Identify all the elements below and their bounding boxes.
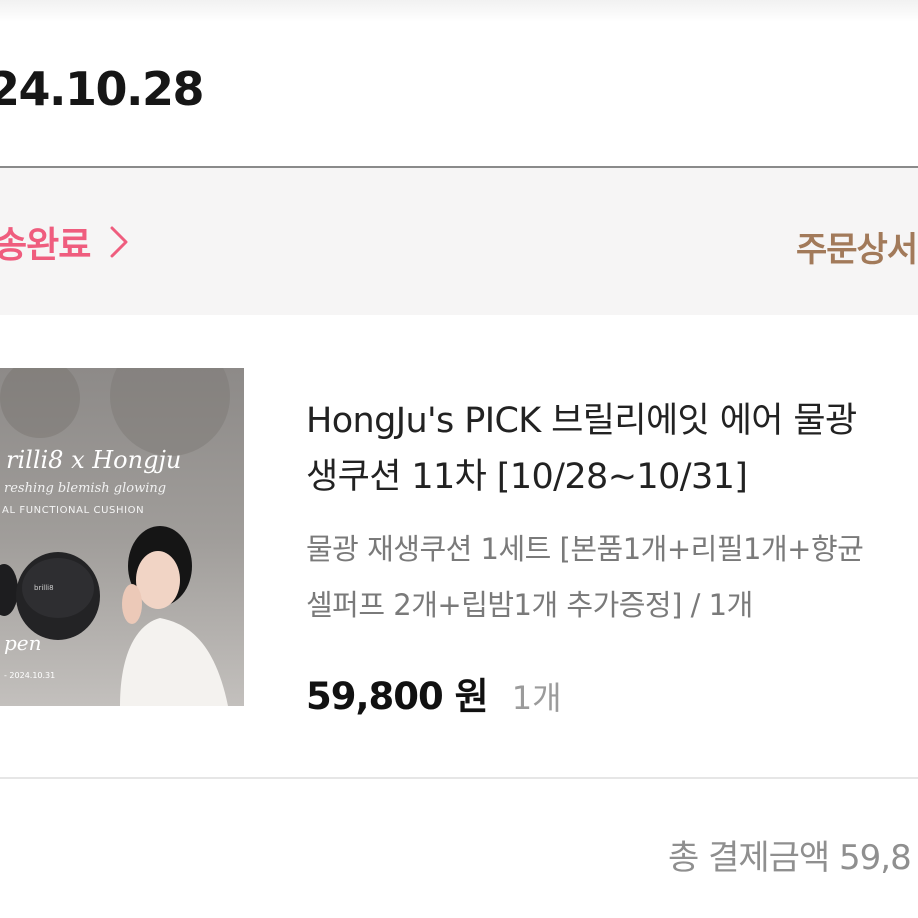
product-option-line-1: 물광 재생쿠션 1세트 [본품1개+리필1개+향균 [306,532,864,566]
top-band [0,0,918,22]
order-date: 24.10.28 [0,62,205,116]
delivery-status-link[interactable]: 송완료 [0,216,130,268]
product-price: 59,800 원 [306,675,489,718]
image-date-text: - 2024.10.31 [4,671,55,680]
price-row: 59,800 원 1개 [306,666,562,720]
order-detail-link[interactable]: 주문상서 [796,222,918,271]
product-option: 물광 재생쿠션 1세트 [본품1개+리필1개+향균 셀퍼프 2개+립밤1개 추가… [306,521,918,633]
product-image[interactable]: rilli8 x Hongju reshing blemish glowing … [0,368,244,706]
total-payment: 총 결제금액 59,8 [668,838,912,878]
image-tagline-text: reshing blemish glowing [4,481,166,496]
product-title-line-1: HongJu's PICK 브릴리에잇 에어 물광 [306,401,857,441]
delivery-status-label: 송완료 [0,225,91,266]
image-open-text: pen [4,631,42,655]
product-title-line-2: 생쿠션 11차 [10/28~10/31] [306,457,748,497]
image-brand-text: rilli8 x Hongju [6,446,181,474]
chevron-right-icon [108,225,130,259]
delivery-status-bar: 송완료 주문상서 [0,168,918,315]
cushion-case-label: brilli8 [34,584,54,592]
product-title[interactable]: HongJu's PICK 브릴리에잇 에어 물광 생쿠션 11차 [10/28… [306,393,918,505]
image-subtitle-text: AL FUNCTIONAL CUSHION [2,505,144,516]
product-option-line-2: 셀퍼프 2개+립밤1개 추가증정] / 1개 [306,588,753,622]
product-quantity: 1개 [511,679,562,717]
cushion-compact-image: brilli8 [16,552,100,640]
summary-divider [0,777,918,779]
